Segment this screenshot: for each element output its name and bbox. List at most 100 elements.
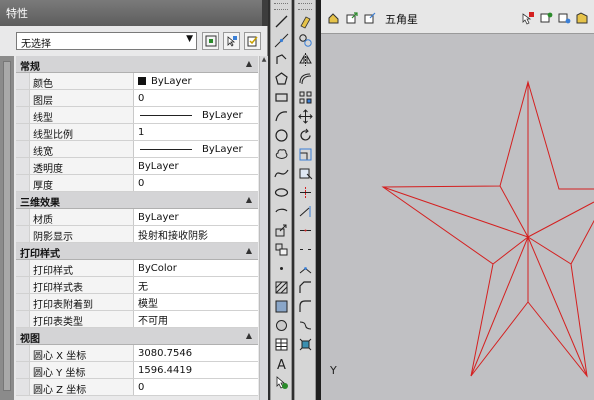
property-value[interactable]: 0 [134,90,258,106]
authoring-palette-button[interactable] [519,9,537,27]
collapse-icon[interactable]: ▲ [246,246,252,255]
property-row[interactable]: 打印样式表无 [16,277,258,294]
multiline-text-icon[interactable]: A [273,355,289,371]
property-row[interactable]: 打印样式 ByColor [16,260,258,277]
section-general[interactable]: 常规 ▲ [16,56,258,73]
property-value[interactable]: ByLayer [134,73,258,89]
spline-icon[interactable] [273,165,289,181]
test-block-button[interactable] [537,9,555,27]
property-value[interactable]: 投射和接收阴影 [134,226,258,242]
scroll-up-icon[interactable]: ▲ [260,56,268,65]
toolbar-grip[interactable] [274,3,288,10]
stretch-icon[interactable] [297,165,313,181]
toggle-pickadd-button[interactable] [202,32,219,50]
property-value[interactable]: 0 [134,175,258,191]
scale-icon[interactable] [297,146,313,162]
trim-icon[interactable] [297,184,313,200]
select-objects-button[interactable] [223,32,240,50]
property-row[interactable]: 颜色 ByLayer [16,73,258,90]
revision-cloud-icon[interactable] [273,146,289,162]
extend-icon[interactable] [297,203,313,219]
explode-icon[interactable] [297,336,313,352]
property-value[interactable]: 0 [134,379,258,395]
property-value[interactable]: 1596.4419 [134,362,258,378]
blend-curves-icon[interactable] [297,317,313,333]
property-value[interactable]: ByColor [134,260,258,276]
property-row[interactable]: 线型 ByLayer [16,107,258,124]
ellipse-icon[interactable] [273,184,289,200]
save-block-button[interactable] [343,9,361,27]
break-icon[interactable] [297,241,313,257]
circle-icon[interactable] [273,127,289,143]
edit-block-button[interactable] [325,9,343,27]
selection-dropdown[interactable]: 无选择 ▼ [16,32,197,50]
palette-side-strip[interactable] [0,56,14,400]
array-icon[interactable] [297,89,313,105]
property-row[interactable]: 线宽 ByLayer [16,141,258,158]
polyline-icon[interactable] [273,51,289,67]
mirror-icon[interactable] [297,51,313,67]
section-plot-style[interactable]: 打印样式 ▲ [16,243,258,260]
property-row[interactable]: 透明度 ByLayer [16,158,258,175]
point-icon[interactable] [273,260,289,276]
add-selected-icon[interactable] [273,374,289,390]
line-icon[interactable] [273,13,289,29]
section-view[interactable]: 视图 ▲ [16,328,258,345]
property-row[interactable]: 线型比例 1 [16,124,258,141]
region-icon[interactable] [273,317,289,333]
property-value[interactable]: 1 [134,124,258,140]
property-value[interactable]: 3080.7546 [134,345,258,361]
property-value-text: ByLayer [202,143,243,155]
move-icon[interactable] [297,108,313,124]
property-row[interactable]: 打印表附着到 模型 [16,294,258,311]
make-block-icon[interactable] [273,241,289,257]
property-grid-scrollbar[interactable]: ▲ [259,56,268,400]
rectangle-icon[interactable] [273,89,289,105]
arc-icon[interactable] [273,108,289,124]
break-at-point-icon[interactable] [297,222,313,238]
property-row[interactable]: 圆心 X 坐标 3080.7546 [16,345,258,362]
property-value[interactable]: ByLayer [134,158,258,174]
gradient-icon[interactable] [273,298,289,314]
palette-gripper[interactable] [262,0,268,26]
chamfer-icon[interactable] [297,279,313,295]
block-parameters-button[interactable] [573,9,591,27]
property-row[interactable]: 材质 ByLayer [16,209,258,226]
copy-icon[interactable] [297,32,313,48]
property-row[interactable]: 图层 0 [16,90,258,107]
palette-title-bar[interactable]: 特性 [0,0,268,26]
table-icon[interactable] [273,336,289,352]
section-3d-effects[interactable]: 三维效果 ▲ [16,192,258,209]
join-icon[interactable] [297,260,313,276]
toolbar-grip[interactable] [298,3,312,10]
collapse-icon[interactable]: ▲ [246,195,252,204]
drawing-canvas[interactable] [321,34,594,400]
property-value[interactable]: ByLayer [134,209,258,225]
collapse-icon[interactable]: ▲ [246,331,252,340]
property-value[interactable]: ByLayer [134,141,258,157]
save-block-as-button[interactable] [361,9,379,27]
property-row[interactable]: 圆心 Z 坐标 0 [16,379,258,396]
test-block-icon [540,12,553,23]
property-row[interactable]: 圆心 Y 坐标 1596.4419 [16,362,258,379]
insert-block-icon[interactable] [273,222,289,238]
rotate-icon[interactable] [297,127,313,143]
define-attribute-button[interactable] [555,9,573,27]
fillet-icon[interactable] [297,298,313,314]
property-row[interactable]: 厚度 0 [16,175,258,192]
construction-line-icon[interactable] [273,32,289,48]
collapse-icon[interactable]: ▲ [246,59,252,68]
property-value[interactable]: 不可用 [134,311,258,327]
property-value[interactable]: ByLayer [134,107,258,123]
palette-side-knob[interactable] [3,61,11,391]
quick-select-button[interactable] [244,32,261,50]
hatch-icon[interactable] [273,279,289,295]
property-value[interactable]: 模型 [134,294,258,310]
property-row[interactable]: 打印表类型 不可用 [16,311,258,328]
property-row[interactable]: 阴影显示 投射和接收阴影 [16,226,258,243]
offset-icon[interactable] [297,70,313,86]
erase-icon[interactable] [297,13,313,29]
ellipse-arc-icon[interactable] [273,203,289,219]
polygon-icon[interactable] [273,70,289,86]
property-value[interactable]: 无 [134,277,258,293]
